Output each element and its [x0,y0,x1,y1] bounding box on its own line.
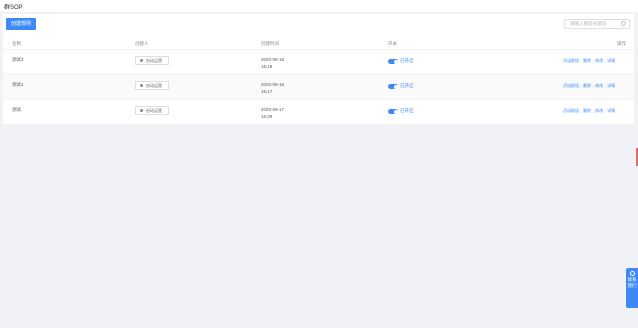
chat-icon [629,271,635,276]
switch-toggle[interactable] [388,59,398,64]
switch-toggle[interactable] [388,109,398,114]
content-card: 创建规则 请输入搜索关键词 名称 创建人 创建时间 开关 操作 测试3 启动运营… [3,14,634,125]
action-edit-link[interactable]: 修改 [595,83,603,88]
toggle-knob [393,109,398,114]
row-actions: 活动群组 | 删除 | 修改 | 详情 [563,83,615,89]
top-bar: 群SOP [0,0,638,12]
action-delete-link[interactable]: 删除 [583,108,591,113]
switch-status: 已开启 [400,108,414,113]
created-clock: 15:17 [261,89,273,94]
switch-toggle[interactable] [388,84,398,89]
action-delete-link[interactable]: 删除 [583,58,591,63]
action-delete-link[interactable]: 删除 [583,83,591,88]
page-title: 群SOP [4,5,23,11]
table-row: 测试3 启动运营 2020-09-18 15:18 已开启 活动群组 | 删除 | 修改… [3,50,634,75]
action-edit-link[interactable]: 修改 [595,108,603,113]
action-active-groups-link[interactable]: 活动群组 [563,83,579,88]
table-row: 测试 启动运营 2020-09-17 16:29 已开启 活动群组 | 删除 | 修改 |… [3,100,634,125]
action-separator: | [604,83,606,88]
action-separator: | [580,108,582,113]
search-placeholder: 请输入搜索关键词 [570,21,606,26]
created-clock: 16:29 [261,114,273,119]
switch-status: 已开启 [400,58,414,63]
action-separator: | [580,83,582,88]
user-icon [140,84,143,87]
contact-side-tab[interactable]: 联系我们 [626,268,638,308]
contact-label: 联系我们 [627,277,637,288]
created-time: 2020-09-17 16:29 [261,106,284,120]
created-date: 2020-09-18 [261,82,285,87]
action-detail-link[interactable]: 详情 [607,108,615,113]
action-separator: | [604,58,606,63]
created-date: 2020-09-18 [261,57,285,62]
action-active-groups-link[interactable]: 活动群组 [563,58,579,63]
row-actions: 活动群组 | 删除 | 修改 | 详情 [563,58,615,64]
column-header-created-time: 创建时间 [261,41,279,46]
switch-status: 已开启 [400,83,414,88]
toggle-knob [393,59,398,64]
created-date: 2020-09-17 [261,107,285,112]
column-header-switch: 开关 [388,41,397,46]
action-separator: | [592,58,594,63]
creator-label: 启动运营 [146,108,162,113]
create-rule-button[interactable]: 创建规则 [6,18,36,30]
column-header-creator: 创建人 [135,41,149,46]
created-time: 2020-09-18 15:17 [261,81,284,95]
action-edit-link[interactable]: 修改 [595,58,603,63]
action-active-groups-link[interactable]: 活动群组 [563,108,579,113]
user-icon [140,59,143,62]
creator-button[interactable]: 启动运营 [135,81,169,90]
creator-label: 启动运营 [146,58,162,63]
action-detail-link[interactable]: 详情 [607,58,615,63]
search-icon[interactable] [621,21,626,26]
rule-name: 测试3 [12,57,24,62]
search-input[interactable]: 请输入搜索关键词 [564,19,630,29]
column-header-name: 名称 [12,41,21,46]
table-row: 测试2 启动运营 2020-09-18 15:17 已开启 活动群组 | 删除 | 修改… [3,75,634,100]
created-clock: 15:18 [261,64,273,69]
toggle-knob [393,84,398,89]
action-detail-link[interactable]: 详情 [607,83,615,88]
user-icon [140,109,143,112]
creator-label: 启动运营 [146,83,162,88]
action-separator: | [592,83,594,88]
creator-button[interactable]: 启动运营 [135,106,169,115]
row-actions: 活动群组 | 删除 | 修改 | 详情 [563,108,615,114]
action-separator: | [604,108,606,113]
column-header-actions: 操作 [617,41,626,46]
action-separator: | [592,108,594,113]
creator-button[interactable]: 启动运营 [135,56,169,65]
created-time: 2020-09-18 15:18 [261,56,284,70]
action-separator: | [580,58,582,63]
rule-name: 测试 [12,107,21,112]
rule-name: 测试2 [12,82,24,87]
table-header: 名称 创建人 创建时间 开关 操作 [3,38,634,50]
